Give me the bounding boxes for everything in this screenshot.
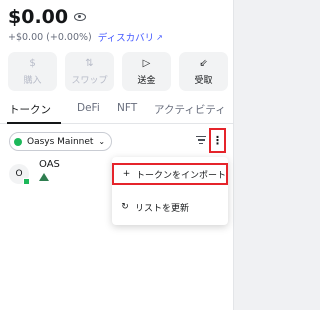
network-selector[interactable]: Oasys Mainnet ⌄ — [9, 132, 113, 151]
action-buttons: $ 購入 ⇅ スワップ ▷ 送金 ⇙ 受取 — [8, 52, 228, 91]
send-label: 送金 — [137, 75, 156, 86]
chevron-down-icon: ⌄ — [98, 137, 106, 146]
swap-label: スワップ — [71, 75, 108, 86]
network-name: Oasys Mainnet — [27, 136, 94, 147]
tab-activity[interactable]: アクティビティ — [154, 102, 226, 117]
refresh-list-label: リストを更新 — [135, 203, 190, 214]
send-button[interactable]: ▷ 送金 — [122, 52, 171, 91]
kebab-menu-icon: ⋮ — [212, 134, 223, 147]
more-options-button[interactable]: ⋮ — [209, 128, 226, 153]
receive-icon: ⇙ — [199, 57, 208, 69]
tab-defi[interactable]: DeFi — [77, 102, 100, 114]
dollar-icon: $ — [29, 57, 36, 69]
buy-label: 購入 — [23, 75, 42, 86]
import-tokens-label: トークンをインポート — [135, 170, 226, 181]
balance-amount: $0.00 — [8, 6, 69, 28]
token-symbol: OAS — [39, 159, 60, 170]
balance-row: $0.00 — [8, 5, 87, 29]
refresh-icon: ↻ — [121, 202, 129, 212]
options-menu: + トークンをインポート ↻ リストを更新 — [112, 157, 228, 225]
refresh-list-menu-item[interactable]: ↻ リストを更新 — [112, 196, 228, 218]
wallet-panel: $0.00 +$0.00 (+0.00%) ディスカバリ ↗ $ 購入 ⇅ スワ… — [0, 0, 234, 310]
token-logo-icon — [39, 173, 49, 181]
network-badge-icon — [23, 178, 30, 185]
eye-icon[interactable] — [74, 13, 87, 21]
receive-button[interactable]: ⇙ 受取 — [179, 52, 228, 91]
receive-label: 受取 — [194, 75, 213, 86]
balance-change-row: +$0.00 (+0.00%) ディスカバリ ↗ — [8, 30, 163, 45]
active-tab-indicator — [7, 122, 61, 124]
discover-link[interactable]: ディスカバリ — [98, 30, 154, 44]
import-tokens-menu-item[interactable]: + トークンをインポート — [112, 163, 228, 185]
tab-tokens[interactable]: トークン — [9, 102, 51, 117]
swap-button[interactable]: ⇅ スワップ — [65, 52, 114, 91]
network-logo-icon — [14, 137, 22, 146]
buy-button[interactable]: $ 購入 — [8, 52, 57, 91]
tab-bar: トークン DeFi NFT アクティビティ — [0, 99, 233, 124]
swap-icon: ⇅ — [85, 57, 94, 69]
send-icon: ▷ — [142, 57, 151, 69]
external-link-icon[interactable]: ↗ — [156, 33, 163, 42]
filter-icon[interactable] — [196, 136, 206, 146]
balance-change: +$0.00 (+0.00%) — [8, 31, 92, 43]
tab-nft[interactable]: NFT — [117, 102, 137, 114]
plus-icon: + — [122, 169, 131, 179]
